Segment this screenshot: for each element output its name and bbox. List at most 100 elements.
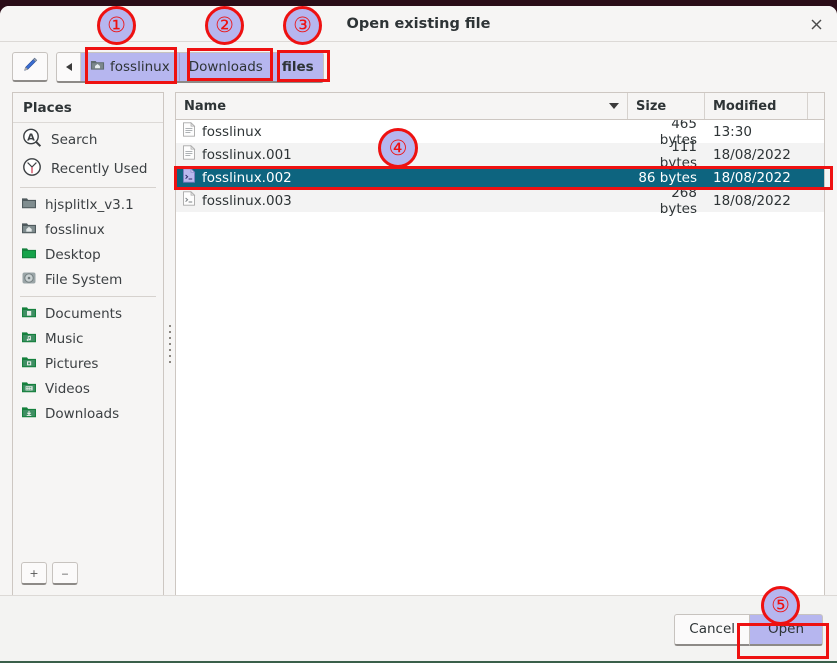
panel-splitter[interactable] xyxy=(164,92,175,595)
file-modified: 13:30 xyxy=(713,123,752,140)
sidebar-item-label: Recently Used xyxy=(51,160,148,177)
sidebar-item-label: hjsplitlx_v3.1 xyxy=(45,196,134,213)
resize-grip-icon xyxy=(168,324,171,363)
script-file-icon xyxy=(182,168,196,187)
file-name: fosslinux.003 xyxy=(202,192,292,209)
breadcrumb-label: Downloads xyxy=(188,58,263,75)
column-header-spacer xyxy=(808,93,824,119)
file-size: 86 bytes xyxy=(638,169,697,186)
sidebar-item-desktop[interactable]: Desktop xyxy=(13,242,163,267)
screenshot-root: Open existing file fosslinux Downloads f… xyxy=(0,0,837,663)
breadcrumb-item-downloads[interactable]: Downloads xyxy=(179,52,273,81)
table-row[interactable]: fosslinux.001 111 bytes 18/08/2022 xyxy=(176,139,824,171)
plus-icon: + xyxy=(29,566,39,580)
sidebar-item-music[interactable]: Music xyxy=(13,326,163,351)
file-modified: 18/08/2022 xyxy=(713,169,791,186)
file-name: fosslinux xyxy=(202,123,262,140)
column-header-modified[interactable]: Modified xyxy=(705,93,808,119)
divider xyxy=(20,187,156,188)
close-icon[interactable] xyxy=(805,13,827,35)
annotation-marker-3: ③ xyxy=(283,6,322,45)
music-folder-icon xyxy=(21,329,37,349)
svg-text:A: A xyxy=(27,132,35,143)
annotation-marker-1: ① xyxy=(97,6,136,45)
column-header-size[interactable]: Size xyxy=(628,93,705,119)
documents-folder-icon xyxy=(21,304,37,324)
text-file-icon xyxy=(182,122,196,141)
chevron-left-icon xyxy=(65,62,72,71)
file-list-rows: fosslinux 465 bytes 13:30 fosslinux.001 … xyxy=(176,120,824,595)
open-file-dialog: Open existing file fosslinux Downloads f… xyxy=(0,6,837,663)
table-row[interactable]: fosslinux 465 bytes 13:30 xyxy=(176,120,824,148)
column-header-label: Name xyxy=(184,98,227,114)
breadcrumb-label: files xyxy=(281,58,314,75)
sidebar-item-search[interactable]: A Search xyxy=(13,125,163,154)
sidebar-item-hjsplitlx[interactable]: hjsplitlx_v3.1 xyxy=(13,192,163,217)
places-header: Places xyxy=(13,93,163,123)
file-modified: 18/08/2022 xyxy=(713,146,791,163)
add-bookmark-button[interactable]: + xyxy=(21,562,47,585)
file-size: 111 bytes xyxy=(659,138,697,171)
table-row[interactable]: fosslinux.003 268 bytes 18/08/2022 xyxy=(176,185,824,217)
sidebar-item-recently-used[interactable]: Recently Used xyxy=(13,154,163,183)
breadcrumb-previous-button[interactable] xyxy=(57,52,81,81)
file-name: fosslinux.002 xyxy=(202,169,292,186)
edit-location-button[interactable] xyxy=(12,52,48,82)
sidebar-item-label: File System xyxy=(45,271,123,288)
file-name-cell: fosslinux.002 xyxy=(176,168,628,187)
table-row[interactable]: fosslinux.002 86 bytes 18/08/2022 xyxy=(176,166,824,189)
column-header-name[interactable]: Name xyxy=(176,93,628,119)
annotation-marker-5: ⑤ xyxy=(761,586,800,625)
places-footer: + ‒ xyxy=(13,554,163,595)
annotation-number: ③ xyxy=(293,13,312,37)
annotation-marker-4: ④ xyxy=(378,128,418,168)
sidebar-item-label: Pictures xyxy=(45,355,99,372)
file-name: fosslinux.001 xyxy=(202,146,292,163)
pencil-icon xyxy=(21,56,39,78)
sidebar-item-label: Search xyxy=(51,131,98,148)
annotation-marker-2: ② xyxy=(205,6,244,45)
downloads-folder-icon xyxy=(21,404,37,424)
places-sidebar: Places A Search Recently Used hjsplitlx_… xyxy=(12,92,164,595)
sidebar-item-file-system[interactable]: File System xyxy=(13,267,163,292)
desktop-folder-icon xyxy=(21,245,37,265)
sidebar-item-downloads[interactable]: Downloads xyxy=(13,401,163,426)
sidebar-item-label: Desktop xyxy=(45,246,101,263)
sidebar-item-pictures[interactable]: Pictures xyxy=(13,351,163,376)
file-size: 268 bytes xyxy=(659,184,697,217)
file-list-header: Name Size Modified xyxy=(176,93,824,120)
home-folder-icon xyxy=(21,220,37,240)
file-name-cell: fosslinux.003 xyxy=(176,191,628,210)
breadcrumb-item-fosslinux[interactable]: fosslinux xyxy=(81,52,180,81)
clock-icon xyxy=(21,156,43,182)
sort-descending-icon xyxy=(609,103,619,109)
pictures-folder-icon xyxy=(21,354,37,374)
places-list: A Search Recently Used hjsplitlx_v3.1 fo… xyxy=(13,123,163,554)
breadcrumb-item-files[interactable]: files xyxy=(272,52,323,81)
annotation-number: ① xyxy=(107,13,126,37)
annotation-number: ⑤ xyxy=(771,593,790,617)
path-bar: fosslinux Downloads files xyxy=(0,42,837,92)
file-modified: 18/08/2022 xyxy=(713,192,791,209)
sidebar-item-label: Videos xyxy=(45,380,90,397)
minus-icon: ‒ xyxy=(61,566,69,580)
sidebar-item-documents[interactable]: Documents xyxy=(13,301,163,326)
folder-icon xyxy=(21,195,37,215)
divider xyxy=(20,296,156,297)
text-file-icon xyxy=(182,145,196,164)
home-folder-icon xyxy=(90,57,105,76)
sidebar-item-fosslinux[interactable]: fosslinux xyxy=(13,217,163,242)
remove-bookmark-button[interactable]: ‒ xyxy=(52,562,78,585)
sidebar-item-videos[interactable]: Videos xyxy=(13,376,163,401)
sidebar-item-label: Downloads xyxy=(45,405,120,422)
column-header-label: Size xyxy=(636,98,667,114)
sidebar-item-label: fosslinux xyxy=(45,221,105,238)
dialog-body: Places A Search Recently Used hjsplitlx_… xyxy=(0,92,837,595)
videos-folder-icon xyxy=(21,379,37,399)
script-file-icon xyxy=(182,191,196,210)
cancel-button[interactable]: Cancel xyxy=(674,613,749,646)
dialog-footer: Cancel Open xyxy=(0,595,837,663)
sidebar-item-label: Documents xyxy=(45,305,122,322)
breadcrumb-label: fosslinux xyxy=(110,58,170,75)
breadcrumb: fosslinux Downloads files xyxy=(56,51,324,83)
